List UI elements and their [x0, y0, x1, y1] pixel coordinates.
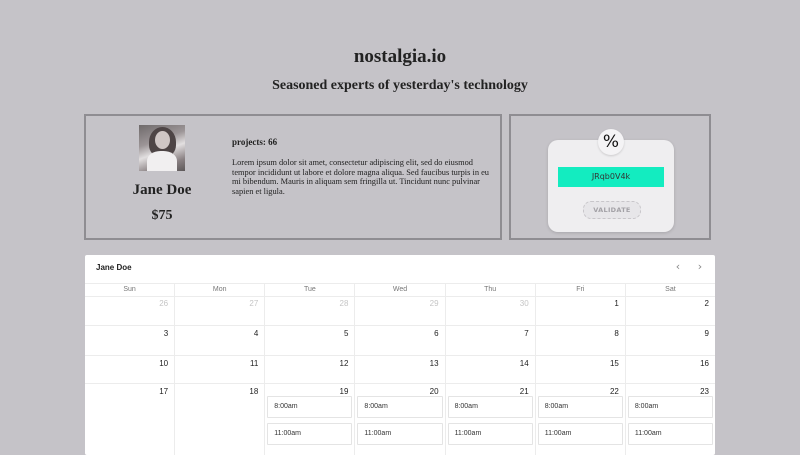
calendar-day[interactable]: 14: [444, 356, 535, 384]
calendar-day[interactable]: 12: [264, 356, 355, 384]
coupon-code: JRqb0V4k: [558, 167, 664, 187]
calendar-day[interactable]: 6: [354, 326, 445, 356]
day-number: 13: [429, 359, 439, 368]
day-number: 19: [339, 387, 349, 396]
weekday-label: Sat: [624, 284, 715, 296]
calendar-day[interactable]: 7: [444, 326, 535, 356]
validate-button[interactable]: VALIDATE: [583, 201, 641, 219]
calendar-day[interactable]: 18: [174, 384, 264, 455]
day-number: 11: [249, 359, 259, 368]
weekday-label: Tue: [264, 284, 354, 296]
calendar-day[interactable]: 15: [534, 356, 625, 384]
day-number: 9: [704, 329, 709, 338]
time-slot-button[interactable]: 11:00am: [357, 423, 443, 445]
weekday-label: Wed: [354, 284, 444, 296]
percent-icon: %: [598, 129, 624, 155]
day-number: 12: [339, 359, 349, 368]
weekday-label: Mon: [174, 284, 264, 296]
calendar-day[interactable]: 29: [354, 296, 445, 326]
time-slot-button[interactable]: 11:00am: [267, 423, 353, 445]
weekday-header: Sun Mon Tue Wed Thu Fri Sat: [85, 283, 715, 297]
chevron-right-icon[interactable]: ›: [693, 260, 707, 274]
calendar-day[interactable]: 16: [624, 356, 715, 384]
profile-card: Jane Doe $75 projects: 66 Lorem ipsum do…: [84, 114, 502, 240]
calendar-day[interactable]: 11: [174, 356, 265, 384]
day-number: 3: [163, 329, 169, 338]
time-slot-button[interactable]: 11:00am: [537, 423, 623, 445]
projects-count: projects: 66: [232, 137, 278, 147]
day-number: 10: [159, 359, 169, 368]
site-title: nostalgia.io: [353, 46, 447, 67]
day-number: 7: [524, 329, 529, 338]
calendar-day[interactable]: 8: [534, 326, 625, 356]
time-slot-button[interactable]: 8:00am: [537, 396, 623, 418]
day-number: 27: [249, 299, 259, 308]
day-number: 21: [519, 387, 529, 396]
site-subtitle: Seasoned experts of yesterday's technolo…: [272, 78, 528, 93]
day-number: 18: [249, 387, 259, 396]
calendar-day[interactable]: 9: [624, 326, 715, 356]
calendar-title: Jane Doe: [96, 263, 132, 272]
booking-calendar: Jane Doe ‹ › Sun Mon Tue Wed Thu Fri Sat 26 27 2…: [85, 255, 715, 455]
calendar-week: 26 27 28 29 30 1 2: [85, 296, 715, 326]
calendar-day[interactable]: 21 8:00am 11:00am: [444, 384, 535, 455]
weekday-label: Thu: [444, 284, 535, 296]
profile-name: Jane Doe: [132, 182, 192, 198]
day-number: 5: [343, 329, 349, 338]
calendar-day[interactable]: 3: [85, 326, 175, 356]
calendar-day[interactable]: 26: [85, 296, 175, 326]
day-number: 29: [429, 299, 439, 308]
calendar-day[interactable]: 10: [85, 356, 175, 384]
coupon-panel: JRqb0V4k VALIDATE %: [509, 114, 711, 240]
avatar: [139, 125, 185, 171]
calendar-week: 10 11 12 13 14 15 16: [85, 356, 715, 384]
calendar-day[interactable]: 27: [174, 296, 265, 326]
calendar-day[interactable]: 4: [174, 326, 265, 356]
calendar-week: 3 4 5 6 7 8 9: [85, 326, 715, 356]
time-slot-button[interactable]: 8:00am: [627, 396, 713, 418]
calendar-day[interactable]: 28: [264, 296, 355, 326]
profile-price: $75: [151, 208, 173, 223]
calendar-day[interactable]: 23 8:00am 11:00am: [624, 384, 715, 455]
day-number: 8: [614, 329, 619, 338]
time-slot-button[interactable]: 8:00am: [447, 396, 533, 418]
day-number: 15: [609, 359, 619, 368]
calendar-day[interactable]: 22 8:00am 11:00am: [534, 384, 625, 455]
calendar-day[interactable]: 20 8:00am 11:00am: [354, 384, 444, 455]
day-number: 14: [519, 359, 529, 368]
calendar-day[interactable]: 19 8:00am 11:00am: [264, 384, 354, 455]
weekday-label: Sun: [123, 286, 136, 293]
time-slot-button[interactable]: 8:00am: [267, 396, 353, 418]
day-number: 17: [159, 387, 169, 396]
calendar-day[interactable]: 5: [264, 326, 355, 356]
day-number: 20: [429, 387, 439, 396]
day-number: 6: [434, 329, 439, 338]
calendar-day[interactable]: 17: [85, 384, 174, 455]
calendar-day[interactable]: 30: [444, 296, 535, 326]
day-number: 26: [159, 299, 169, 308]
time-slot-button[interactable]: 11:00am: [447, 423, 533, 445]
time-slot-button[interactable]: 11:00am: [627, 423, 713, 445]
day-number: 16: [700, 359, 709, 368]
time-slot-button[interactable]: 8:00am: [357, 396, 443, 418]
day-number: 28: [339, 299, 349, 308]
day-number: 23: [700, 387, 709, 396]
calendar-week: 17 18 19 8:00am 11:00am 20 8:00am 11:00am 21 8:00…: [85, 384, 715, 455]
calendar-day[interactable]: 13: [354, 356, 445, 384]
chevron-left-icon[interactable]: ‹: [671, 260, 685, 274]
day-number: 2: [704, 299, 709, 308]
day-number: 30: [519, 299, 529, 308]
day-number: 1: [614, 299, 619, 308]
profile-bio: Lorem ipsum dolor sit amet, consectetur …: [232, 158, 489, 196]
calendar-day[interactable]: 1: [534, 296, 625, 326]
day-number: 4: [253, 329, 259, 338]
weekday-label: Fri: [534, 284, 625, 296]
day-number: 22: [609, 387, 619, 396]
calendar-day[interactable]: 2: [624, 296, 715, 326]
